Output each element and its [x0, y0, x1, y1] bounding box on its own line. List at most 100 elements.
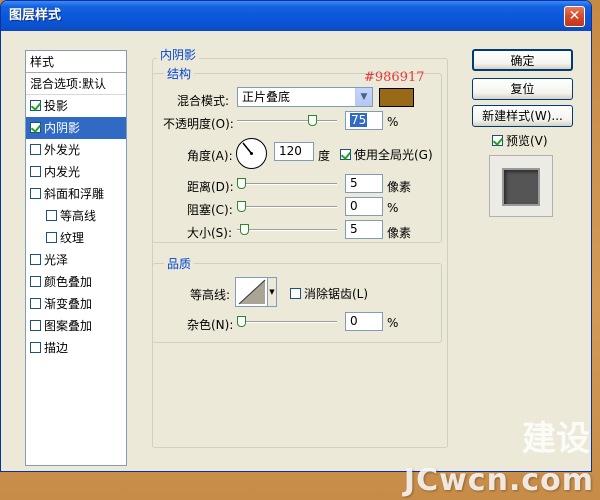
sidebar-item-label: 图案叠加 — [44, 319, 93, 333]
antialias-label: 消除锯齿(L) — [304, 287, 369, 301]
angle-label: 角度(A): — [187, 149, 233, 163]
noise-input[interactable]: 0 — [345, 312, 383, 331]
distance-value: 5 — [350, 176, 358, 190]
shadow-color-swatch[interactable] — [379, 88, 414, 107]
distance-label: 距离(D): — [187, 180, 234, 194]
sidebar-item[interactable]: 描边 — [26, 337, 126, 359]
global-light-label: 使用全局光(G) — [354, 148, 433, 162]
sidebar-item[interactable]: 纹理 — [26, 227, 126, 249]
sidebar-item[interactable]: 渐变叠加 — [26, 293, 126, 315]
sidebar-item-checkbox[interactable] — [30, 122, 41, 133]
choke-slider-thumb[interactable] — [237, 201, 246, 212]
sidebar-item-label: 光泽 — [44, 253, 69, 267]
size-slider-thumb[interactable] — [240, 224, 249, 235]
opacity-label: 不透明度(O): — [163, 117, 234, 131]
title-bar: 图层样式 — [1, 1, 591, 31]
noise-slider[interactable] — [237, 316, 337, 327]
choke-slider[interactable] — [237, 201, 337, 212]
sidebar-item[interactable]: 内阴影 — [26, 117, 126, 139]
blend-mode-label: 混合模式: — [177, 94, 230, 108]
opacity-slider[interactable] — [237, 115, 337, 126]
sidebar-item[interactable]: 混合选项:默认 — [26, 73, 126, 95]
sidebar-item-label: 内阴影 — [44, 121, 81, 135]
opacity-unit: % — [387, 115, 399, 129]
reset-button-label: 复位 — [510, 82, 535, 96]
close-icon: ✕ — [568, 8, 581, 24]
styles-header[interactable]: 样式 — [26, 51, 126, 73]
sidebar-item-checkbox[interactable] — [30, 342, 41, 353]
contour-picker[interactable]: ▼ — [235, 277, 277, 307]
preview-check-icon — [492, 135, 503, 146]
section-title: 内阴影 — [157, 46, 200, 63]
sidebar-item-checkbox[interactable] — [30, 298, 41, 309]
sidebar-item[interactable]: 等高线 — [26, 205, 126, 227]
blend-mode-select[interactable]: 正片叠底 ▼ — [237, 87, 373, 107]
sidebar-item-checkbox[interactable] — [30, 100, 41, 111]
sidebar-item[interactable]: 光泽 — [26, 249, 126, 271]
contour-curve-icon — [238, 279, 266, 305]
distance-slider-thumb[interactable] — [237, 178, 246, 189]
sidebar-item[interactable]: 图案叠加 — [26, 315, 126, 337]
sidebar-item-checkbox[interactable] — [30, 188, 41, 199]
ok-button[interactable]: 确定 — [472, 49, 573, 71]
size-label: 大小(S): — [187, 226, 233, 240]
noise-slider-thumb[interactable] — [237, 316, 246, 327]
sidebar-item[interactable]: 投影 — [26, 95, 126, 117]
new-style-button[interactable]: 新建样式(W)... — [472, 105, 573, 127]
layer-style-dialog: 图层样式 ✕ 样式 混合选项:默认 投影 内阴影 外发光 内发光 斜面和浮雕 等高线 纹理 光泽… — [0, 0, 592, 472]
blend-mode-value: 正片叠底 — [242, 90, 291, 104]
size-unit: 像素 — [387, 226, 412, 240]
sidebar-item-checkbox[interactable] — [30, 276, 41, 287]
angle-value: 120 — [279, 144, 302, 158]
opacity-input[interactable]: 75 — [345, 111, 383, 130]
sidebar-item-label: 等高线 — [60, 209, 97, 223]
styles-header-label: 样式 — [30, 55, 55, 69]
sidebar-item-label: 颜色叠加 — [44, 275, 93, 289]
styles-list: 样式 混合选项:默认投影内阴影外发光内发光斜面和浮雕等高线纹理光泽颜色叠加渐变叠… — [25, 50, 127, 466]
sidebar-item-checkbox[interactable] — [30, 320, 41, 331]
sidebar-item-label: 渐变叠加 — [44, 297, 93, 311]
sidebar-item-checkbox[interactable] — [46, 232, 57, 243]
preview-label: 预览(V) — [506, 134, 548, 148]
new-style-button-label: 新建样式(W)... — [482, 109, 563, 123]
reset-button[interactable]: 复位 — [472, 78, 573, 100]
color-annotation: #986917 — [364, 70, 425, 85]
sidebar-item-checkbox[interactable] — [30, 166, 41, 177]
sidebar-item-checkbox[interactable] — [30, 254, 41, 265]
size-input[interactable]: 5 — [345, 220, 383, 239]
angle-dial[interactable] — [236, 138, 267, 169]
sidebar-item-checkbox[interactable] — [46, 210, 57, 221]
sidebar-item-checkbox[interactable] — [30, 144, 41, 155]
distance-slider[interactable] — [237, 178, 337, 189]
choke-value: 0 — [350, 199, 358, 213]
sidebar-item[interactable]: 斜面和浮雕 — [26, 183, 126, 205]
noise-value: 0 — [350, 314, 358, 328]
close-button[interactable]: ✕ — [564, 6, 585, 27]
sidebar-item-label: 内发光 — [44, 165, 81, 179]
sidebar-item-label: 纹理 — [60, 231, 85, 245]
angle-input[interactable]: 120 — [274, 142, 314, 161]
sidebar-item[interactable]: 内发光 — [26, 161, 126, 183]
contour-dropdown-icon[interactable]: ▼ — [267, 278, 276, 306]
ok-button-label: 确定 — [510, 54, 535, 68]
global-light-checkbox[interactable]: 使用全局光(G) — [340, 146, 433, 163]
angle-dial-needle-icon — [242, 142, 253, 155]
contour-label: 等高线: — [190, 288, 231, 302]
preview-checkbox[interactable]: 预览(V) — [492, 132, 548, 149]
sidebar-item[interactable]: 颜色叠加 — [26, 271, 126, 293]
quality-title: 品质 — [164, 255, 195, 272]
choke-input[interactable]: 0 — [345, 197, 383, 216]
sidebar-item[interactable]: 外发光 — [26, 139, 126, 161]
choke-label: 阻塞(C): — [187, 203, 233, 217]
sidebar-item-label: 描边 — [44, 341, 69, 355]
structure-title: 结构 — [164, 65, 195, 82]
watermark-brand: 建设 — [522, 419, 590, 459]
noise-unit: % — [387, 316, 399, 330]
opacity-slider-thumb[interactable] — [308, 115, 317, 126]
antialias-checkbox[interactable]: 消除锯齿(L) — [290, 285, 368, 302]
chevron-down-icon: ▼ — [355, 88, 372, 106]
distance-input[interactable]: 5 — [345, 174, 383, 193]
size-slider[interactable] — [237, 224, 337, 235]
sidebar-item-label: 混合选项:默认 — [30, 77, 107, 91]
style-preview-thumbnail — [489, 155, 553, 217]
